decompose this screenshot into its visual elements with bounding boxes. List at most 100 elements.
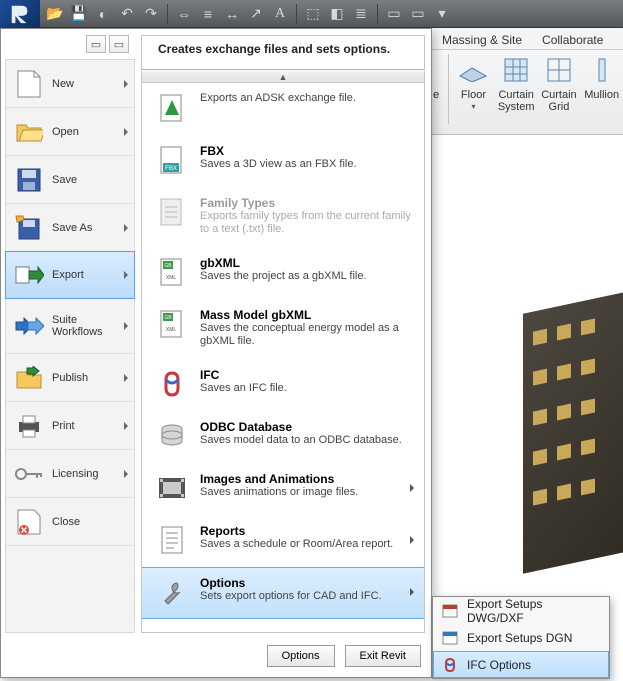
qat-align-icon[interactable]: ≡ [197, 3, 219, 25]
svg-text:GB: GB [164, 315, 172, 321]
submenu-item-options[interactable]: Options Sets export options for CAD and … [142, 567, 424, 619]
flyout-item-ifc-options[interactable]: IFC Options [433, 651, 609, 678]
submenu-title: Creates exchange files and sets options. [158, 42, 390, 56]
recent-docs-toggle: ▭ ▭ [86, 35, 129, 53]
export-icon [14, 263, 44, 287]
ifc-icon [442, 657, 458, 673]
menu-label: Suite Workflows [52, 314, 112, 338]
menu-item-save[interactable]: Save [6, 156, 134, 204]
ribbon-label: System [498, 101, 535, 113]
submenu-item-images-animations[interactable]: Images and Animations Saves animations o… [142, 463, 424, 515]
submenu-item-odbc[interactable]: ODBC Database Saves model data to an ODB… [142, 411, 424, 463]
submenu-desc: Saves model data to an ODBC database. [200, 434, 402, 446]
open-folder-icon [15, 121, 43, 143]
save-as-icon [15, 215, 43, 241]
menu-item-save-as[interactable]: Save As [6, 204, 134, 252]
menu-label: Export [52, 269, 84, 281]
chevron-right-icon [410, 536, 414, 544]
menu-item-export[interactable]: Export [5, 251, 135, 299]
ribbon-item-floor[interactable]: Floor ▾ [452, 50, 495, 113]
flyout-item-dwg-dxf[interactable]: Export Setups DWG/DXF [433, 597, 609, 624]
suite-workflows-icon [14, 316, 44, 336]
dgn-setup-icon [442, 631, 458, 645]
database-icon [158, 422, 186, 450]
qat-undo-icon[interactable]: ↶ [116, 3, 138, 25]
menu-item-publish[interactable]: Publish [6, 354, 134, 402]
menu-item-suite-workflows[interactable]: Suite Workflows [6, 298, 134, 354]
ribbon-tab-collaborate[interactable]: Collaborate [532, 30, 613, 49]
svg-text:XML: XML [166, 275, 177, 281]
qat-sync-icon[interactable]: ◐ [92, 3, 114, 25]
options-button[interactable]: Options [267, 645, 335, 667]
chevron-right-icon [124, 422, 128, 430]
qat-thinlines-icon[interactable]: ≣ [350, 3, 372, 25]
qat-open-icon[interactable]: 📂 [44, 3, 66, 25]
submenu-item-fbx[interactable]: FBX FBX Saves a 3D view as an FBX file. [142, 135, 424, 187]
floor-icon [458, 58, 488, 82]
submenu-title: Family Types [200, 196, 414, 210]
family-types-icon [157, 197, 187, 227]
submenu-title: Options [200, 576, 398, 590]
menu-label: New [52, 78, 74, 90]
qat-customize-icon[interactable]: ▾ [431, 3, 453, 25]
submenu-desc: Exports family types from the current fa… [200, 210, 411, 235]
menu-label: Licensing [52, 468, 98, 480]
ribbon-label: Grid [549, 101, 570, 113]
qat-section-icon[interactable]: ◧ [326, 3, 348, 25]
qat-dimension-icon[interactable]: ↔ [221, 3, 243, 25]
new-file-icon [16, 69, 42, 99]
dwg-setup-icon [442, 604, 458, 618]
submenu-desc: Saves the project as a gbXML file. [200, 270, 367, 282]
qat-measure-icon[interactable]: ⇔ [173, 3, 195, 25]
menu-item-licensing[interactable]: Licensing [6, 450, 134, 498]
menu-item-close[interactable]: Close [6, 498, 134, 546]
ribbon-item-curtain-grid[interactable]: Curtain Grid [538, 50, 581, 113]
svg-text:XML: XML [166, 327, 177, 333]
ribbon-label: Curtain [541, 89, 576, 101]
submenu-title: FBX [200, 144, 357, 158]
chevron-right-icon [124, 128, 128, 136]
submenu-item-reports[interactable]: Reports Saves a schedule or Room/Area re… [142, 515, 424, 567]
app-menu-left-column: New Open Save Save As Export Suite Workf… [5, 59, 135, 633]
submenu-item-ifc[interactable]: IFC Saves an IFC file. [142, 359, 424, 411]
qat-text-icon[interactable]: A [269, 3, 291, 25]
qat-separator [167, 4, 168, 24]
menu-label: Publish [52, 372, 88, 384]
flyout-label: IFC Options [467, 658, 531, 672]
flyout-item-dgn[interactable]: Export Setups DGN [433, 624, 609, 651]
menu-item-open[interactable]: Open [6, 108, 134, 156]
qat-redo-icon[interactable]: ↷ [140, 3, 162, 25]
recent-small-icon[interactable]: ▭ [86, 35, 106, 53]
recent-large-icon[interactable]: ▭ [109, 35, 129, 53]
submenu-title: gbXML [200, 256, 367, 270]
qat-save-icon[interactable]: 💾 [68, 3, 90, 25]
ribbon-tab-massing[interactable]: Massing & Site [432, 30, 532, 49]
close-file-icon [16, 508, 42, 536]
ifc-icon [158, 370, 186, 398]
ribbon-item-mullion[interactable]: Mullion [580, 50, 623, 101]
submenu-export-list: ▲ Exports an ADSK exchange file. FBX FBX… [141, 71, 425, 633]
qat-switch-windows-icon[interactable]: ▭ [407, 3, 429, 25]
qat-close-hidden-icon[interactable]: ▭ [383, 3, 405, 25]
film-strip-icon [157, 474, 187, 502]
title-bar: 📂 💾 ◐ ↶ ↷ ⇔ ≡ ↔ ↗ A ⬚ ◧ ≣ ▭ ▭ ▾ [0, 0, 623, 28]
submenu-item-gbxml[interactable]: GBXML gbXML Saves the project as a gbXML… [142, 247, 424, 299]
scroll-up-button[interactable]: ▲ [142, 71, 424, 83]
submenu-title: Images and Animations [200, 472, 398, 486]
menu-label: Save As [52, 222, 92, 234]
submenu-item-adsk[interactable]: Exports an ADSK exchange file. [142, 83, 424, 135]
submenu-title: Reports [200, 524, 398, 538]
submenu-item-mass-gbxml[interactable]: GBXML Mass Model gbXML Saves the concept… [142, 299, 424, 359]
publish-icon [15, 366, 43, 390]
qat-3dview-icon[interactable]: ⬚ [302, 3, 324, 25]
exit-revit-button[interactable]: Exit Revit [345, 645, 421, 667]
report-icon [158, 525, 186, 555]
submenu-title: ODBC Database [200, 420, 402, 434]
qat-tag-icon[interactable]: ↗ [245, 3, 267, 25]
menu-item-print[interactable]: Print [6, 402, 134, 450]
gbxml-file-icon: GB XML [157, 309, 187, 339]
menu-item-new[interactable]: New [6, 60, 134, 108]
ribbon-item-curtain-system[interactable]: Curtain System [495, 50, 538, 113]
chevron-right-icon [124, 80, 128, 88]
app-menu-button[interactable] [0, 0, 40, 28]
